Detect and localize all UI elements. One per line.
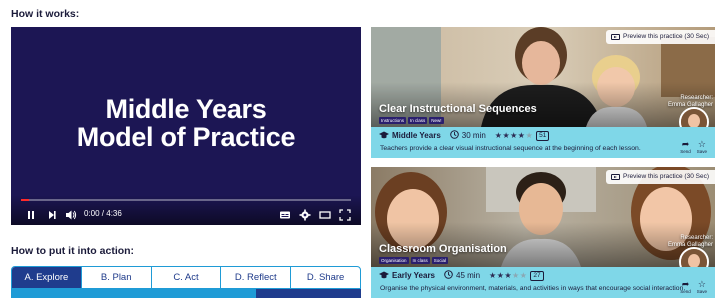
clock-icon [444, 270, 453, 281]
save-icon: ☆ [697, 279, 706, 289]
tag: Social [431, 257, 449, 264]
gear-icon[interactable] [299, 208, 311, 221]
review-count: 51 [536, 130, 550, 141]
tag: In class [408, 117, 428, 124]
tag: Instructions [379, 117, 407, 124]
preview-button[interactable]: Preview this practice (30 Sec) [606, 170, 715, 184]
graduation-icon [379, 131, 389, 141]
star-empty-icon: ★ [525, 131, 534, 140]
card-info: Early Years 45 min ★★★★★ 27 Organise the… [371, 267, 715, 298]
clock-icon [449, 130, 459, 141]
save-icon: ☆ [697, 139, 706, 149]
video-controls: 0:00 / 4:36 [11, 195, 361, 225]
preview-button[interactable]: Preview this practice (30 Sec) [606, 30, 715, 44]
volume-icon[interactable] [65, 208, 77, 220]
video-preview-icon [611, 34, 621, 40]
save-button[interactable]: ☆ Save [697, 279, 707, 295]
video-progress-bar[interactable] [21, 199, 351, 201]
star-filled-icon: ★ [502, 131, 511, 140]
send-icon: ➦ [681, 139, 690, 149]
send-icon: ➦ [681, 279, 690, 289]
video-time: 0:00 / 4:36 [84, 209, 122, 218]
star-filled-icon: ★ [489, 271, 497, 280]
duration: 30 min [449, 130, 486, 141]
rating-stars: ★★★★★ [495, 131, 533, 140]
video-title: Middle Years Model of Practice [76, 94, 296, 152]
star-filled-icon: ★ [510, 131, 518, 140]
theater-icon[interactable] [319, 208, 331, 220]
card-title[interactable]: Clear Instructional Sequences [379, 103, 537, 115]
level: Early Years [379, 271, 435, 281]
practice-card[interactable]: Preview this practice (30 Sec) Clear Ins… [371, 27, 715, 158]
duration: 45 min [444, 270, 480, 281]
tab-reflect[interactable]: D. Reflect [220, 267, 290, 288]
video-preview-icon [611, 174, 621, 180]
captions-icon[interactable] [279, 208, 291, 220]
star-filled-icon: ★ [504, 271, 513, 280]
rating: ★★★★★ 51 [495, 130, 550, 141]
rating-stars: ★★★★★ [489, 271, 527, 280]
fullscreen-icon[interactable] [339, 208, 351, 221]
tab-share[interactable]: D. Share [290, 267, 360, 288]
tab-plan[interactable]: B. Plan [80, 267, 151, 288]
star-empty-icon: ★ [519, 271, 528, 280]
graduation-icon [379, 271, 389, 281]
tag: In class [410, 257, 430, 264]
tag: Organisation [379, 257, 409, 264]
star-empty-icon: ★ [512, 271, 520, 280]
video-player[interactable]: Middle Years Model of Practice 0:00 / 4:… [11, 27, 361, 225]
tag: New! [429, 117, 444, 124]
tag-list: Organisation In class Social [379, 257, 449, 264]
how-it-works-heading: How it works: [11, 8, 80, 20]
how-to-put-heading: How to put it into action: [11, 245, 135, 257]
level: Middle Years [379, 131, 441, 141]
tab-panel-strip [11, 289, 361, 298]
next-icon[interactable] [46, 208, 58, 220]
card-description: Teachers provide a clear visual instruct… [380, 145, 641, 152]
practice-card[interactable]: Preview this practice (30 Sec) Classroom… [371, 167, 715, 298]
tab-explore[interactable]: A. Explore [12, 267, 81, 288]
send-button[interactable]: ➦ Send [680, 279, 691, 295]
card-info: Middle Years 30 min ★★★★★ 51 Teachers pr… [371, 127, 715, 158]
play-icon[interactable] [25, 208, 37, 220]
card-description: Organise the physical environment, mater… [380, 285, 686, 292]
review-count: 27 [530, 270, 544, 281]
process-tabs: A. Explore B. Plan C. Act D. Reflect D. … [11, 266, 361, 289]
card-title[interactable]: Classroom Organisation [379, 243, 507, 255]
rating: ★★★★★ 27 [489, 270, 544, 281]
tab-act[interactable]: C. Act [150, 267, 221, 288]
tag-list: Instructions In class New! [379, 117, 444, 124]
save-button[interactable]: ☆ Save [697, 139, 707, 155]
send-button[interactable]: ➦ Send [680, 139, 691, 155]
